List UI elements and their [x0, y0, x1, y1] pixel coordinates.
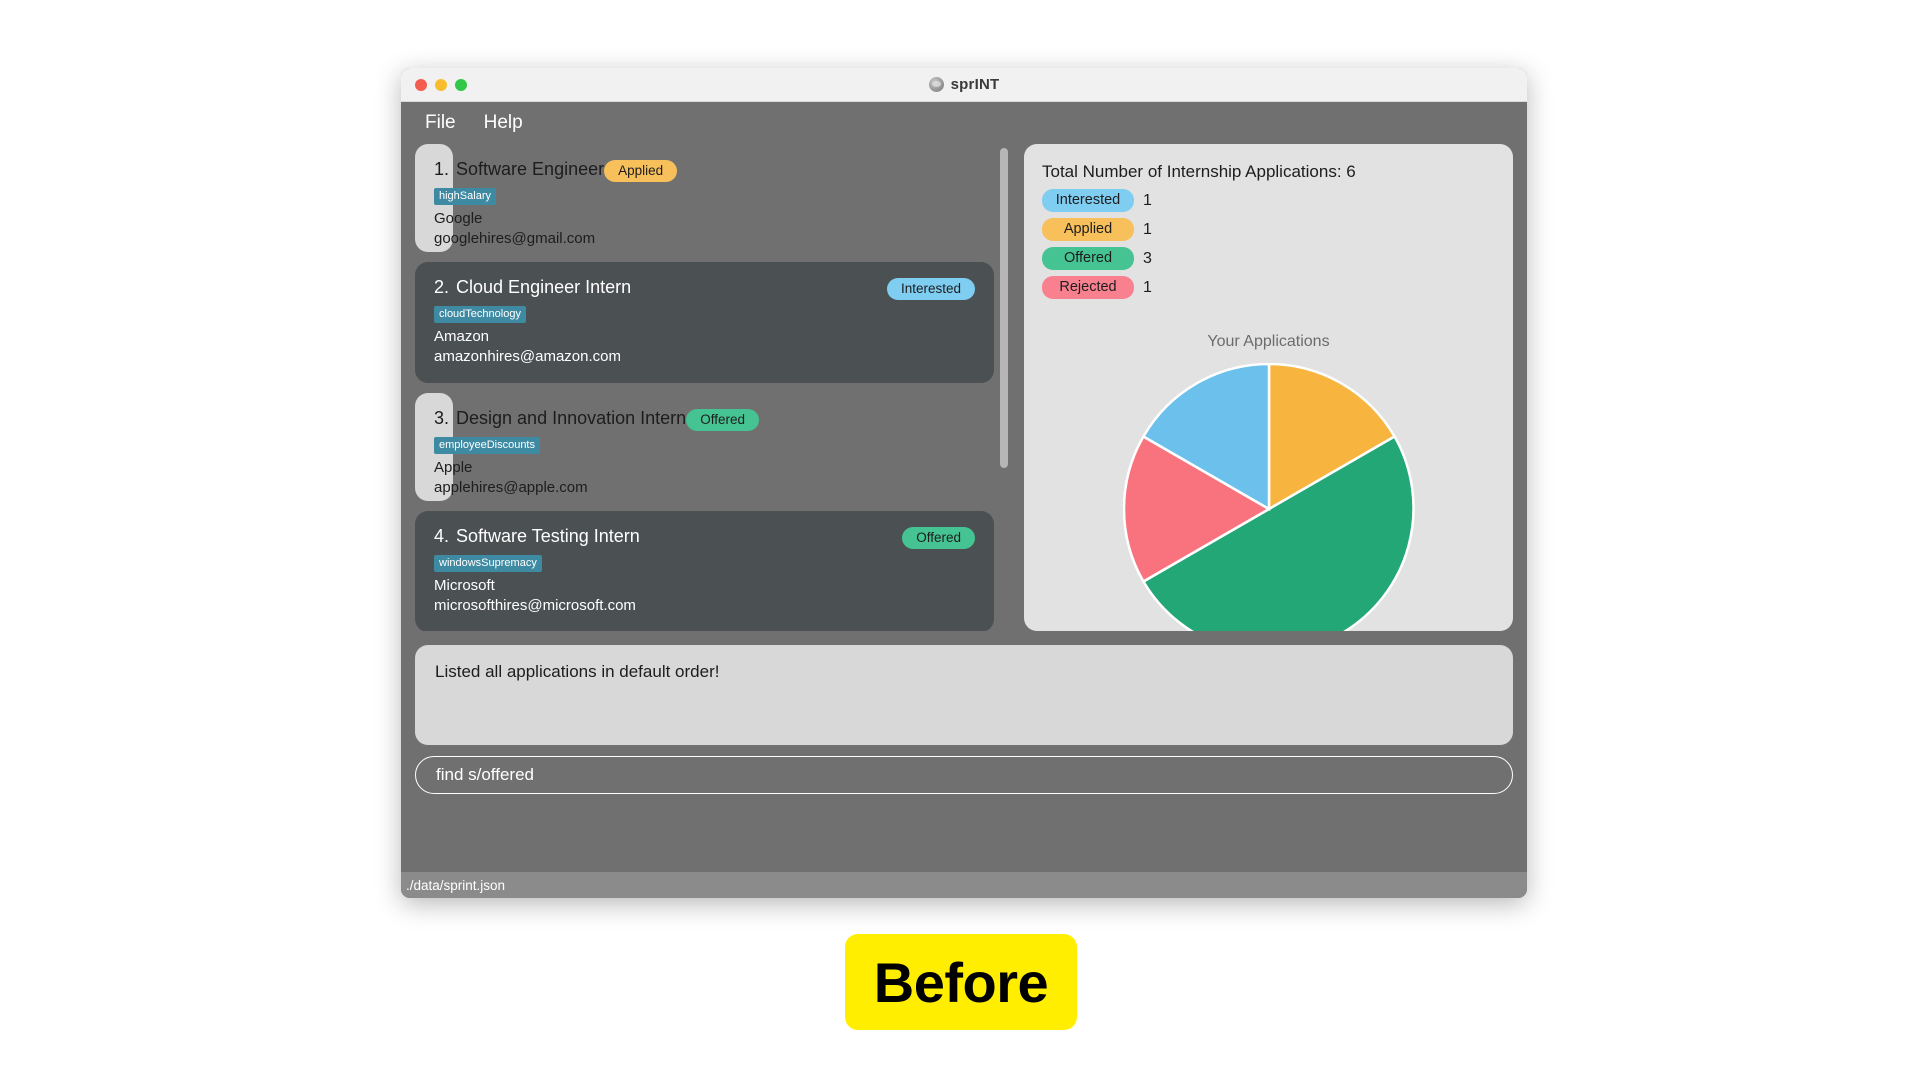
status-badge: Offered: [902, 527, 975, 549]
pie-chart-container: [1042, 363, 1495, 631]
statusbar: ./data/sprint.json: [401, 872, 1527, 898]
app-window: sprINT File Help 1. Software Engineer Appl…: [401, 68, 1527, 898]
application-index: 4.: [434, 526, 450, 546]
application-tag-row: windowsSupremacy: [434, 553, 975, 572]
application-tag: employeeDiscounts: [434, 437, 540, 454]
output-box: Listed all applications in default order…: [415, 645, 1513, 745]
application-card-header: 2. Cloud Engineer Intern Interested: [434, 277, 975, 300]
status-badge: Interested: [886, 278, 975, 300]
output-message: Listed all applications in default order…: [435, 662, 720, 681]
application-title-text: Cloud Engineer Intern: [456, 277, 632, 297]
window-title-group: sprINT: [401, 76, 1527, 93]
application-job-title: 2. Cloud Engineer Intern: [434, 277, 631, 298]
legend-pill-applied: Applied: [1042, 218, 1134, 241]
application-title-text: Software Testing Intern: [456, 526, 640, 546]
application-tag-row: cloudTechnology: [434, 304, 975, 323]
legend-row: Offered 3: [1042, 247, 1495, 270]
screen: sprINT File Help 1. Software Engineer Appl…: [0, 0, 1920, 1080]
application-card[interactable]: 3. Design and Innovation Intern Offered emp…: [415, 393, 759, 501]
menu-item-help[interactable]: Help: [484, 112, 523, 134]
application-index: 3.: [434, 408, 450, 428]
legend-row: Applied 1: [1042, 218, 1495, 241]
legend-row: Interested 1: [1042, 189, 1495, 212]
traffic-lights: [415, 78, 467, 91]
total-applications-label: Total Number of Internship Applications:…: [1042, 162, 1356, 181]
application-job-title: 4. Software Testing Intern: [434, 526, 640, 547]
command-input-bar[interactable]: find s/offered: [415, 756, 1513, 794]
application-tag: highSalary: [434, 188, 496, 205]
application-email: microsofthires@microsoft.com: [434, 597, 636, 614]
scrollbar-thumb[interactable]: [1000, 148, 1008, 468]
legend-count-rejected: 1: [1143, 278, 1152, 296]
app-logo-icon: [928, 77, 944, 92]
legend-row: Rejected 1: [1042, 276, 1495, 299]
close-button[interactable]: [415, 78, 427, 91]
minimize-button[interactable]: [435, 78, 447, 91]
before-banner-label: Before: [873, 950, 1049, 1014]
window-content: 1. Software Engineer Applied highSalary Goog…: [401, 144, 1527, 898]
legend-pill-offered: Offered: [1042, 247, 1134, 270]
application-email: amazonhires@amazon.com: [434, 348, 621, 365]
application-card[interactable]: 1. Software Engineer Applied highSalary Goog…: [415, 144, 678, 252]
application-card[interactable]: 4. Software Testing Intern Offered windowsS…: [415, 511, 994, 631]
application-title-text: Software Engineer: [456, 159, 605, 179]
application-company: Amazon: [434, 328, 490, 345]
statistics-panel: Total Number of Internship Applications:…: [1024, 144, 1513, 631]
legend-count-offered: 3: [1143, 249, 1152, 267]
application-job-title: 1. Software Engineer: [434, 159, 604, 180]
application-job-title: 3. Design and Innovation Intern: [434, 408, 686, 429]
pie-chart: [1122, 363, 1415, 631]
application-card-header: 4. Software Testing Intern Offered: [434, 526, 975, 549]
before-banner: Before: [845, 934, 1077, 1030]
status-badge: Applied: [604, 160, 678, 182]
window-titlebar: sprINT: [401, 68, 1527, 102]
application-list[interactable]: 1. Software Engineer Applied highSalary Goog…: [415, 144, 1008, 631]
application-card[interactable]: 2. Cloud Engineer Intern Interested cloudTe…: [415, 262, 994, 383]
legend-count-interested: 1: [1143, 191, 1152, 209]
maximize-button[interactable]: [455, 78, 467, 91]
application-list-panel: 1. Software Engineer Applied highSalary Goog…: [415, 144, 1008, 631]
command-input-value[interactable]: find s/offered: [436, 765, 534, 785]
application-company: Microsoft: [434, 577, 495, 594]
menu-item-file[interactable]: File: [425, 112, 456, 134]
application-index: 2.: [434, 277, 450, 297]
legend-pill-interested: Interested: [1042, 189, 1134, 212]
upper-panels: 1. Software Engineer Applied highSalary Goog…: [415, 144, 1513, 631]
window-title: sprINT: [950, 76, 1000, 93]
status-legend: Interested 1 Applied 1 Offered 3 Rejected 1: [1042, 189, 1495, 299]
application-tag: windowsSupremacy: [434, 555, 542, 572]
menubar: File Help: [401, 102, 1527, 144]
statusbar-path: ./data/sprint.json: [406, 877, 506, 893]
legend-count-applied: 1: [1143, 220, 1152, 238]
application-title-text: Design and Innovation Intern: [456, 408, 687, 428]
application-index: 1.: [434, 159, 450, 179]
application-list-scrollbar[interactable]: [1000, 148, 1008, 620]
status-badge: Offered: [686, 409, 759, 431]
legend-pill-rejected: Rejected: [1042, 276, 1134, 299]
application-tag: cloudTechnology: [434, 306, 526, 323]
chart-title: Your Applications: [1207, 333, 1330, 350]
